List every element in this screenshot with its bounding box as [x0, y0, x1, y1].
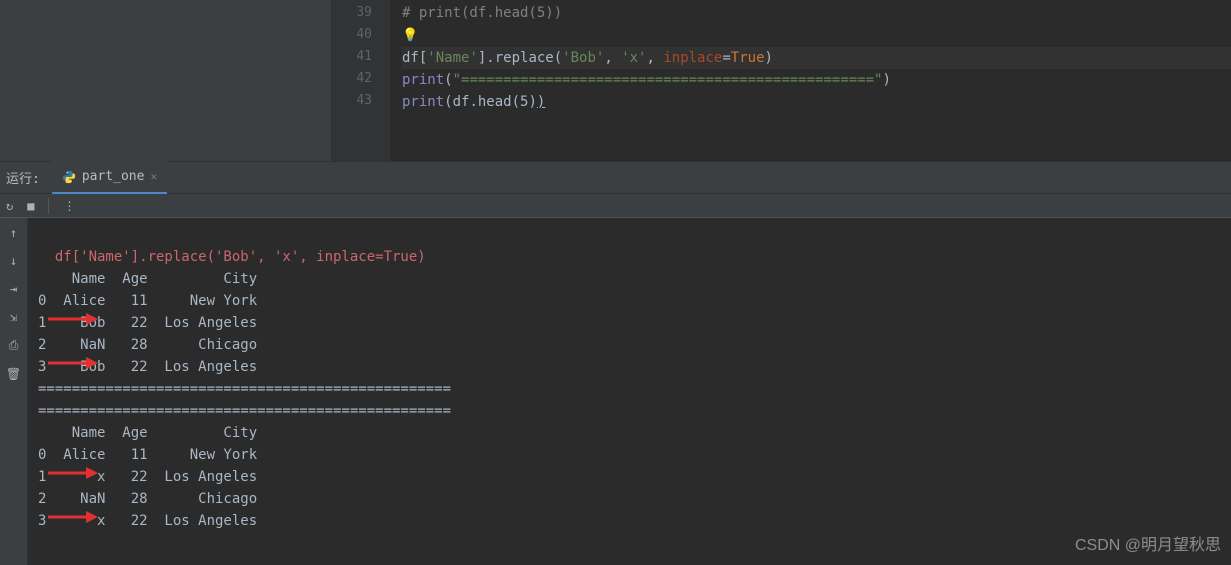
code-line[interactable]: df['Name'].replace('Bob', 'x', inplace=T…: [402, 47, 1231, 69]
console-line: 0 Alice 11 New York: [38, 444, 1231, 466]
line-number: 43: [332, 90, 372, 112]
console-side-toolbar: ↑ ↓ ⇥ ⇲ ⎙ 🗑: [0, 218, 28, 565]
console-line: Name Age City: [38, 422, 1231, 444]
scroll-icon[interactable]: ⇲: [10, 310, 17, 324]
code-editor[interactable]: 3940414243 # print(df.head(5))💡df['Name'…: [332, 0, 1231, 161]
run-toolbar: ↻ ■ ⋮: [0, 194, 1231, 218]
console-line: ========================================…: [38, 378, 1231, 400]
code-line[interactable]: # print(df.head(5)): [402, 2, 1231, 24]
console-line: 2 NaN 28 Chicago: [38, 334, 1231, 356]
console-output[interactable]: df['Name'].replace('Bob', 'x', inplace=T…: [28, 218, 1231, 565]
console-line: 2 NaN 28 Chicago: [38, 488, 1231, 510]
console-line: 3 x 22 Los Angeles: [38, 510, 1231, 532]
line-number: 41: [332, 46, 372, 68]
code-lines[interactable]: # print(df.head(5))💡df['Name'].replace('…: [390, 0, 1231, 161]
run-label: 运行:: [0, 168, 52, 187]
tab-label: part_one: [82, 169, 145, 184]
line-number: 42: [332, 68, 372, 90]
console-line: 0 Alice 11 New York: [38, 290, 1231, 312]
project-panel: [0, 0, 332, 161]
rerun-icon[interactable]: ↻: [6, 199, 13, 213]
python-icon: [62, 170, 76, 184]
close-icon[interactable]: ✕: [150, 170, 157, 183]
separator: [48, 198, 49, 214]
run-tab-part-one[interactable]: part_one ✕: [52, 161, 167, 194]
line-gutter: 3940414243: [332, 0, 390, 161]
console-line: 1 x 22 Los Angeles: [38, 466, 1231, 488]
console-line: Name Age City: [38, 268, 1231, 290]
watermark: CSDN @明月望秋思: [1075, 531, 1221, 555]
down-icon[interactable]: ↓: [10, 254, 17, 268]
run-tab-bar: 运行: part_one ✕: [0, 161, 1231, 194]
stop-icon[interactable]: ■: [27, 199, 34, 213]
code-line[interactable]: print("=================================…: [402, 69, 1231, 91]
code-line[interactable]: 💡: [402, 24, 1231, 47]
trash-icon[interactable]: 🗑: [6, 367, 21, 381]
print-icon[interactable]: ⎙: [9, 338, 19, 353]
console-line: ========================================…: [38, 400, 1231, 422]
code-line[interactable]: print(df.head(5)): [402, 91, 1231, 113]
console-panel: ↑ ↓ ⇥ ⇲ ⎙ 🗑 df['Name'].replace('Bob', 'x…: [0, 218, 1231, 565]
more-icon[interactable]: ⋮: [63, 199, 75, 213]
editor-area: 3940414243 # print(df.head(5))💡df['Name'…: [0, 0, 1231, 161]
console-line: 1 Bob 22 Los Angeles: [38, 312, 1231, 334]
line-number: 40: [332, 24, 372, 46]
wrap-icon[interactable]: ⇥: [10, 282, 17, 296]
console-line: 3 Bob 22 Los Angeles: [38, 356, 1231, 378]
console-line: df['Name'].replace('Bob', 'x', inplace=T…: [38, 246, 1231, 268]
line-number: 39: [332, 2, 372, 24]
up-icon[interactable]: ↑: [10, 226, 17, 240]
